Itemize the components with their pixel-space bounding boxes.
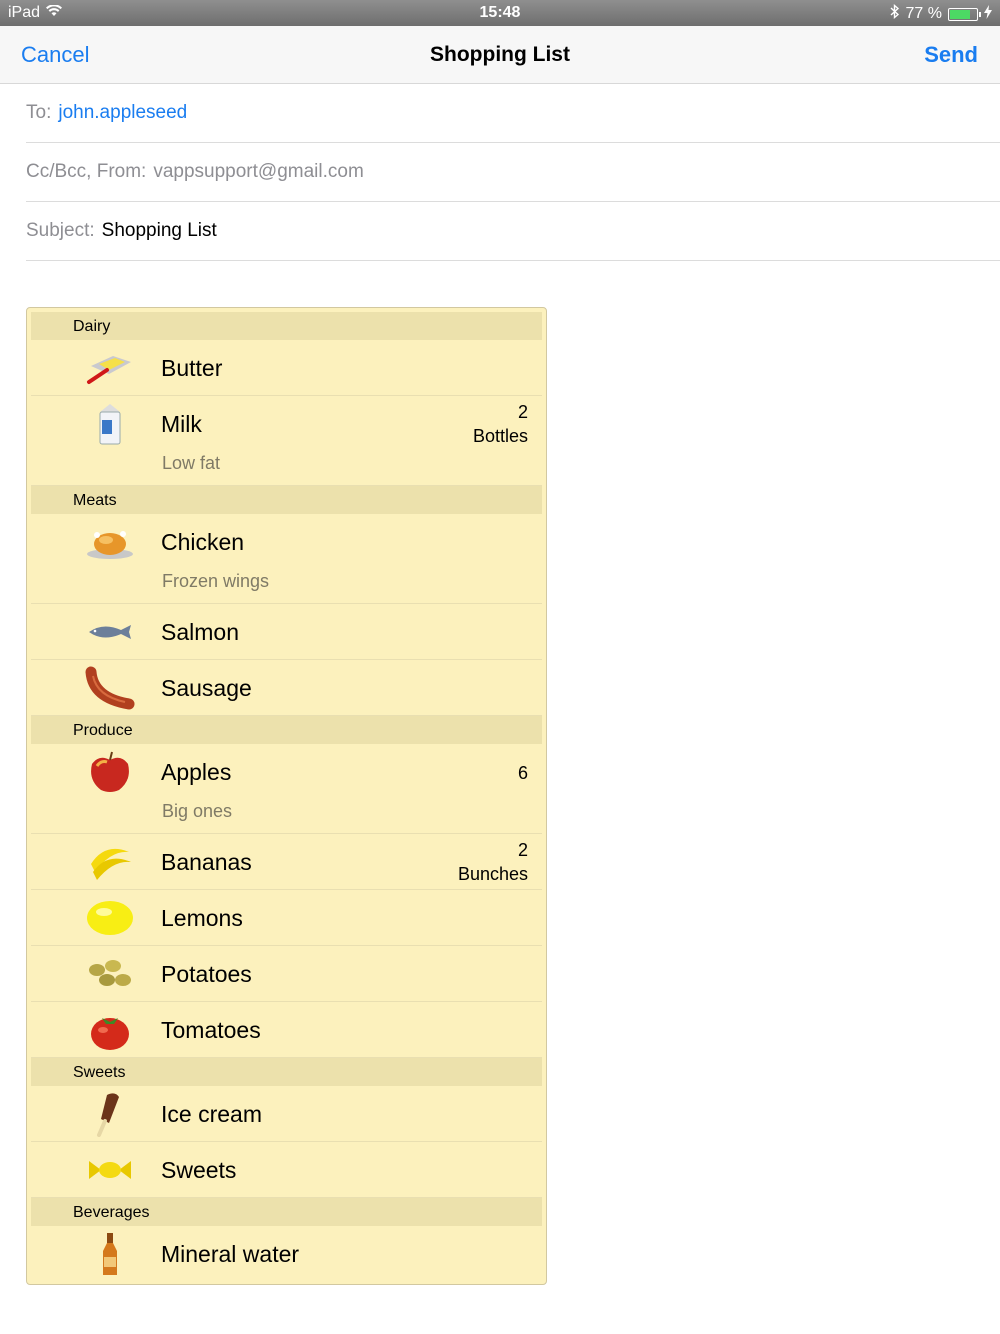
item-name: Bananas xyxy=(161,849,252,875)
navigation-bar: Cancel Shopping List Send xyxy=(0,26,1000,84)
butter-icon xyxy=(85,348,135,388)
fish-icon xyxy=(85,612,135,652)
section-header-beverages: Beverages xyxy=(31,1198,542,1226)
section-header-meats: Meats xyxy=(31,486,542,514)
quantity-unit: Bunches xyxy=(457,864,528,884)
status-time: 15:48 xyxy=(479,4,521,21)
potato-icon xyxy=(85,954,135,994)
item-name: Salmon xyxy=(161,619,239,645)
from-address[interactable]: vappsupport@gmail.com xyxy=(153,161,363,183)
candy-icon xyxy=(85,1150,135,1190)
section-header-dairy: Dairy xyxy=(31,312,542,340)
list-item[interactable]: Sausage xyxy=(31,660,542,716)
item-quantity: 6 xyxy=(518,761,528,785)
section-header-produce: Produce xyxy=(31,716,542,744)
bottle-icon xyxy=(85,1233,135,1275)
quantity-value: 2 xyxy=(517,402,528,422)
item-note: Frozen wings xyxy=(162,571,270,591)
cc-bcc-from-label: Cc/Bcc, From: xyxy=(26,161,147,182)
recipient-token[interactable]: john.appleseed xyxy=(58,102,187,124)
list-item[interactable]: Lemons xyxy=(31,890,542,946)
quantity-value: 6 xyxy=(517,763,528,783)
subject-label: Subject: xyxy=(26,220,95,241)
list-item[interactable]: Apples Big ones 6 xyxy=(31,744,542,834)
list-item[interactable]: Butter xyxy=(31,340,542,396)
apple-icon xyxy=(85,751,135,792)
battery-percent: 77 % xyxy=(905,5,942,22)
cc-bcc-from-field[interactable]: Cc/Bcc, From: vappsupport@gmail.com xyxy=(26,143,1000,202)
item-name: Mineral water xyxy=(161,1241,300,1267)
item-name: Sweets xyxy=(161,1157,237,1183)
battery-icon xyxy=(948,7,981,21)
item-quantity: 2 Bunches xyxy=(458,838,528,886)
item-name: Apples xyxy=(161,759,232,785)
ice-cream-icon xyxy=(85,1093,135,1137)
item-name: Sausage xyxy=(161,675,252,701)
send-button[interactable]: Send xyxy=(924,42,978,68)
status-right: 77 % xyxy=(890,3,992,24)
item-name: Tomatoes xyxy=(161,1017,261,1043)
item-note: Big ones xyxy=(162,801,233,821)
shopping-list-table: Dairy Butter Milk Low fat 2 Bottles Meats Chick… xyxy=(26,307,547,1285)
section-header-sweets: Sweets xyxy=(31,1058,542,1086)
charging-icon xyxy=(984,4,992,24)
item-name: Chicken xyxy=(161,529,245,555)
list-item[interactable]: Chicken Frozen wings xyxy=(31,514,542,604)
list-item[interactable]: Mineral water xyxy=(31,1226,542,1282)
item-note: Low fat xyxy=(162,453,221,473)
item-name: Milk xyxy=(161,411,202,437)
quantity-value: 2 xyxy=(517,840,528,860)
item-name: Potatoes xyxy=(161,961,252,987)
sausage-icon xyxy=(85,666,135,710)
list-item[interactable]: Sweets xyxy=(31,1142,542,1198)
subject-field[interactable]: Subject: Shopping List xyxy=(26,202,1000,261)
list-item[interactable]: Bananas 2 Bunches xyxy=(31,834,542,890)
list-item[interactable]: Milk Low fat 2 Bottles xyxy=(31,396,542,486)
chicken-icon xyxy=(85,522,135,562)
to-field[interactable]: To: john.appleseed xyxy=(26,84,1000,143)
item-name: Lemons xyxy=(161,905,243,931)
status-bar: iPad 15:48 77 % xyxy=(0,0,1000,26)
list-item[interactable]: Salmon xyxy=(31,604,542,660)
list-item[interactable]: Tomatoes xyxy=(31,1002,542,1058)
quantity-unit: Bottles xyxy=(472,426,528,446)
list-item[interactable]: Potatoes xyxy=(31,946,542,1002)
page-title: Shopping List xyxy=(430,43,570,66)
bluetooth-icon xyxy=(890,3,900,24)
to-label: To: xyxy=(26,102,52,123)
battery-fill xyxy=(950,9,971,19)
item-name: Ice cream xyxy=(161,1101,262,1127)
item-name: Butter xyxy=(161,355,223,381)
tomato-icon xyxy=(85,1010,135,1050)
lemon-icon xyxy=(85,898,135,938)
list-item[interactable]: Ice cream xyxy=(31,1086,542,1142)
item-quantity: 2 Bottles xyxy=(473,400,528,448)
milk-icon xyxy=(85,404,135,445)
banana-icon xyxy=(85,842,135,882)
subject-input[interactable]: Shopping List xyxy=(102,220,217,242)
